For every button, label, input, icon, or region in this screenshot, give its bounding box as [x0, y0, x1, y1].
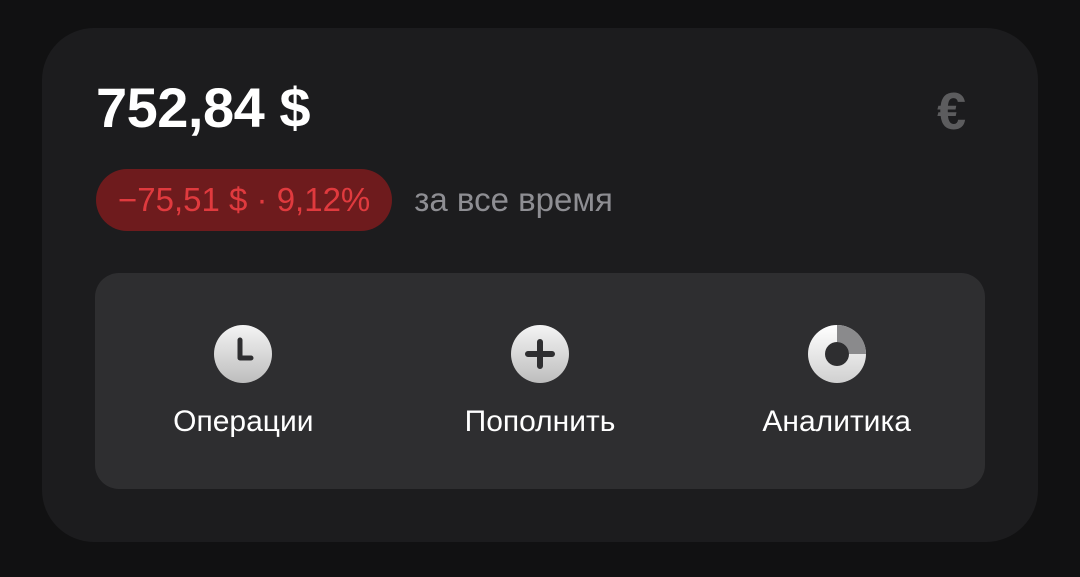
donut-chart-icon [807, 325, 866, 383]
plus-icon [511, 325, 569, 383]
analytics-label: Аналитика [762, 405, 911, 438]
operations-label: Операции [173, 405, 314, 438]
change-row: −75,51 $ · 9,12% за все время [96, 169, 613, 231]
top-up-button[interactable]: Пополнить [392, 273, 689, 489]
clock-icon [214, 325, 273, 383]
balance-amount: 752,84 $ [96, 76, 310, 139]
portfolio-card: 752,84 $ € −75,51 $ · 9,12% за все время… [42, 28, 1038, 542]
currency-toggle-button[interactable]: € [937, 86, 966, 138]
actions-panel: Операции Пополнить Аналитика [95, 273, 985, 489]
change-badge: −75,51 $ · 9,12% [96, 169, 393, 231]
top-up-label: Пополнить [464, 405, 616, 438]
analytics-button[interactable]: Аналитика [688, 273, 985, 489]
operations-button[interactable]: Операции [95, 273, 392, 489]
period-label: за все время [414, 181, 613, 218]
